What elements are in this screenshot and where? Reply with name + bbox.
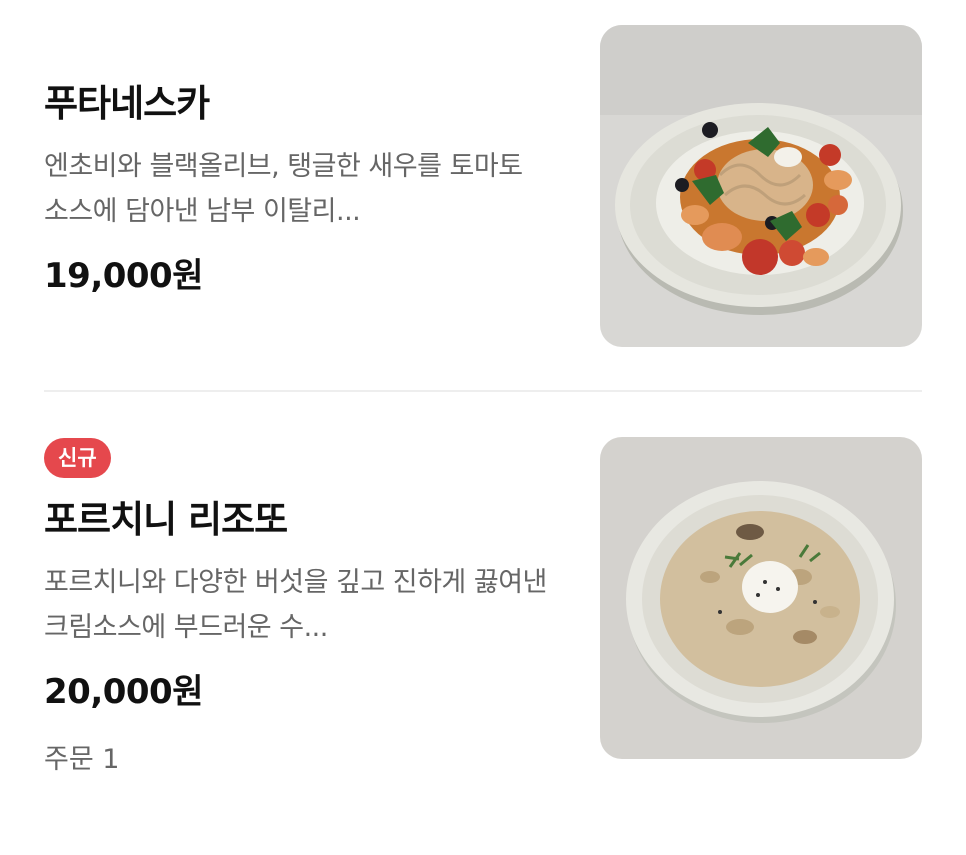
menu-item-text: 푸타네스카 엔초비와 블랙올리브, 탱글한 새우를 토마토 소스에 담아낸 남부… [44, 76, 564, 297]
menu-item-price: 19,000원 [44, 256, 203, 296]
menu-item-photo-risotto[interactable] [600, 437, 922, 759]
menu-item-name: 푸타네스카 [44, 82, 210, 125]
order-count: 주문 1 [44, 744, 120, 775]
menu-item-name: 포르치니 리조또 [44, 498, 288, 541]
menu-item-puttanesca[interactable]: 푸타네스카 엔초비와 블랙올리브, 탱글한 새우를 토마토 소스에 담아낸 남부… [0, 0, 966, 392]
menu-item-porcini-risotto[interactable]: 신규 포르치니 리조또 포르치니와 다양한 버섯을 깊고 진하게 끓여낸 크림소… [0, 392, 966, 855]
risotto-plate-image [600, 437, 922, 759]
pasta-plate-image [600, 25, 922, 347]
menu-item-text: 신규 포르치니 리조또 포르치니와 다양한 버섯을 깊고 진하게 끓여낸 크림소… [44, 438, 564, 776]
menu-item-photo-puttanesca[interactable] [600, 25, 922, 347]
menu-item-price: 20,000원 [44, 672, 203, 712]
new-badge: 신규 [44, 438, 111, 478]
menu-item-description: 포르치니와 다양한 버섯을 깊고 진하게 끓여낸 크림소스에 부드러운 수... [44, 567, 547, 643]
menu-item-description: 엔초비와 블랙올리브, 탱글한 새우를 토마토 소스에 담아낸 남부 이탈리..… [44, 151, 523, 227]
menu-list: 푸타네스카 엔초비와 블랙올리브, 탱글한 새우를 토마토 소스에 담아낸 남부… [0, 0, 966, 855]
